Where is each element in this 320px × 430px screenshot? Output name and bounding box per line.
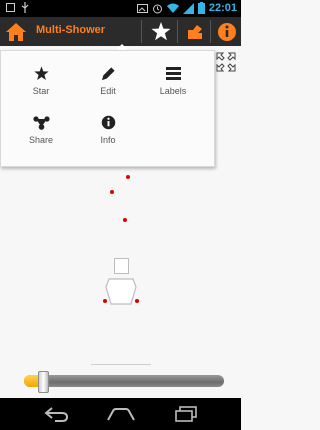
divider xyxy=(210,20,211,43)
battery-icon xyxy=(197,2,205,14)
pencil-icon xyxy=(78,66,138,82)
navigation-bar xyxy=(0,398,241,430)
status-bar: 22:01 xyxy=(0,0,241,17)
share-icon xyxy=(188,24,202,39)
star-icon xyxy=(151,22,171,41)
star-button[interactable] xyxy=(148,20,174,43)
home-icon[interactable] xyxy=(5,22,27,42)
slider-track[interactable] xyxy=(24,375,224,387)
menu-item-share[interactable]: Share xyxy=(11,115,71,145)
usb-icon xyxy=(21,2,29,13)
menu-item-label: Info xyxy=(100,135,116,145)
status-time: 22:01 xyxy=(208,2,237,14)
divider-line xyxy=(91,364,151,365)
divider xyxy=(177,20,178,43)
red-dot xyxy=(110,190,114,194)
cup-shape xyxy=(105,278,137,305)
share-button[interactable] xyxy=(182,20,208,43)
back-icon[interactable] xyxy=(41,405,71,423)
menu-item-star[interactable]: Star xyxy=(11,66,71,96)
signal-icon xyxy=(182,2,194,14)
recent-apps-icon[interactable] xyxy=(171,405,201,423)
info-button[interactable] xyxy=(214,20,240,43)
wifi-icon xyxy=(166,3,179,14)
slider-thumb[interactable] xyxy=(38,371,49,393)
labels-icon xyxy=(143,66,203,82)
photo-icon xyxy=(136,3,148,14)
menu-item-labels[interactable]: Labels xyxy=(143,66,203,96)
menu-item-label: Share xyxy=(28,135,54,145)
home-nav-icon[interactable] xyxy=(106,405,136,423)
share-icon xyxy=(11,115,71,131)
fullscreen-icon[interactable] xyxy=(216,52,236,72)
red-dot xyxy=(123,218,127,222)
alarm-icon xyxy=(152,3,163,14)
divider xyxy=(141,20,142,43)
share-menu: Star Edit Labels Share Info xyxy=(0,50,215,167)
menu-item-label: Labels xyxy=(159,86,187,96)
star-icon xyxy=(11,66,71,82)
info-icon xyxy=(78,115,138,131)
menu-item-info[interactable]: Info xyxy=(78,115,138,145)
notification-square-icon xyxy=(6,3,15,12)
menu-item-edit[interactable]: Edit xyxy=(78,66,138,96)
red-dot xyxy=(126,175,130,179)
info-icon xyxy=(218,22,236,41)
small-box-shape xyxy=(114,258,129,274)
menu-item-label: Star xyxy=(32,86,50,96)
app-title: Multi-Shower xyxy=(36,24,106,36)
action-bar: Multi-Shower xyxy=(0,17,241,46)
menu-item-label: Edit xyxy=(100,86,116,96)
